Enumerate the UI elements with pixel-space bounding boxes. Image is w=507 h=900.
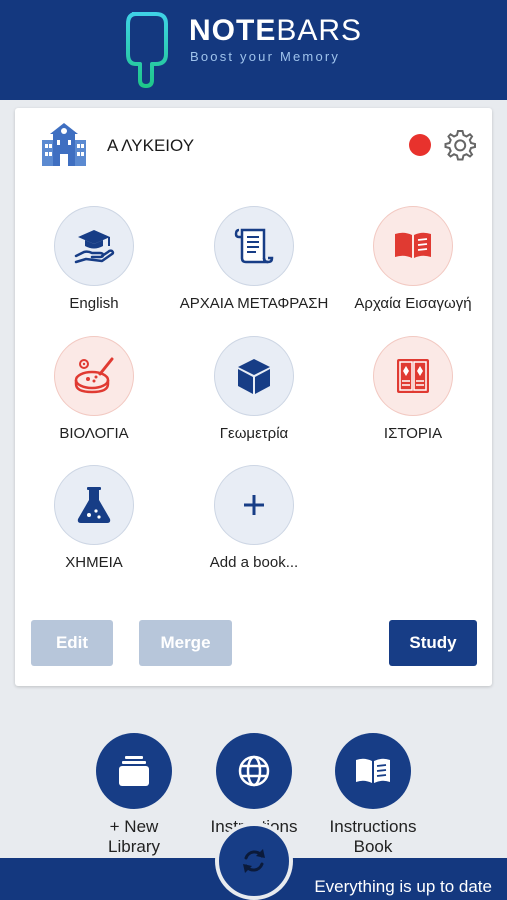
book-english[interactable]: English: [14, 206, 174, 312]
book-label: English: [69, 295, 119, 312]
app-logo-title: NOTEBARS: [189, 14, 362, 48]
petri-dish-icon: [74, 357, 114, 394]
book-label: Add a book...: [209, 554, 299, 571]
book-icon-circle[interactable]: [54, 465, 134, 545]
book-geometria[interactable]: Γεωμετρία: [174, 336, 334, 442]
new-library-button[interactable]: + New Library: [74, 733, 194, 857]
school-building-icon: [42, 123, 86, 166]
open-book-icon: [356, 758, 390, 783]
plus-icon: [244, 495, 264, 515]
book-label: ΑΡΧΑΙΑ ΜΕΤΑΦΡΑΣΗ: [179, 295, 329, 312]
book-archaia-metafrasi[interactable]: ΑΡΧΑΙΑ ΜΕΤΑΦΡΑΣΗ: [174, 206, 334, 312]
history-book-icon: [397, 359, 429, 393]
study-button[interactable]: Study: [389, 620, 477, 666]
action-circle[interactable]: [216, 733, 292, 809]
book-icon-circle[interactable]: [373, 206, 453, 286]
book-ximeia[interactable]: ΧΗΜΕΙΑ: [14, 465, 174, 571]
book-label: ΧΗΜΕΙΑ: [65, 554, 123, 571]
book-icon-circle[interactable]: [54, 336, 134, 416]
action-label: + New Library: [108, 817, 160, 856]
book-icon-circle[interactable]: [373, 336, 453, 416]
sync-button[interactable]: [215, 822, 293, 900]
book-icon-circle[interactable]: [214, 336, 294, 416]
edit-button[interactable]: Edit: [31, 620, 113, 666]
action-label: Instructions Book: [329, 817, 417, 856]
book-label: Γεωμετρία: [219, 425, 289, 442]
scroll-icon: [234, 228, 274, 264]
action-circle[interactable]: [96, 733, 172, 809]
open-book-icon: [395, 232, 431, 258]
book-icon-circle[interactable]: [214, 206, 294, 286]
sync-status-text: Everything is up to date: [314, 877, 492, 896]
book-label: ΒΙΟΛΟΓΙΑ: [59, 425, 129, 442]
book-archaia-eisagogi[interactable]: Αρχαία Εισαγωγή: [333, 206, 493, 312]
library-title[interactable]: Α ΛΥΚΕΙΟΥ: [107, 136, 194, 156]
flask-icon: [77, 487, 111, 523]
logo-light: BARS: [276, 14, 363, 47]
cube-icon: [238, 359, 270, 394]
action-circle[interactable]: [335, 733, 411, 809]
book-icon-circle[interactable]: [54, 206, 134, 286]
education-hand-icon: [74, 230, 115, 264]
book-label: ΙΣΤΟΡΙΑ: [383, 425, 443, 442]
sync-icon: [243, 849, 265, 873]
globe-icon: [238, 755, 270, 787]
library-card: Α ΛΥΚΕΙΟΥ English ΑΡΧΑΙΑ ΜΕΤΑΦΡΑΣΗ Αρχαί…: [15, 108, 492, 686]
book-istoria[interactable]: ΙΣΤΟΡΙΑ: [333, 336, 493, 442]
sync-status-dot: [409, 134, 431, 156]
library-stack-icon: [119, 756, 149, 786]
book-label: Αρχαία Εισαγωγή: [354, 295, 472, 312]
book-icon-circle[interactable]: [214, 465, 294, 545]
notebars-logo-icon: [126, 12, 168, 88]
book-biologia[interactable]: ΒΙΟΛΟΓΙΑ: [14, 336, 174, 442]
gear-icon[interactable]: [443, 128, 477, 162]
logo-bold: NOTE: [189, 14, 277, 47]
app-header: NOTEBARS Boost your Memory: [0, 0, 507, 100]
add-book-button[interactable]: Add a book...: [174, 465, 334, 571]
app-tagline: Boost your Memory: [190, 49, 341, 64]
instructions-book-button[interactable]: Instructions Book: [313, 733, 433, 857]
merge-button[interactable]: Merge: [139, 620, 232, 666]
